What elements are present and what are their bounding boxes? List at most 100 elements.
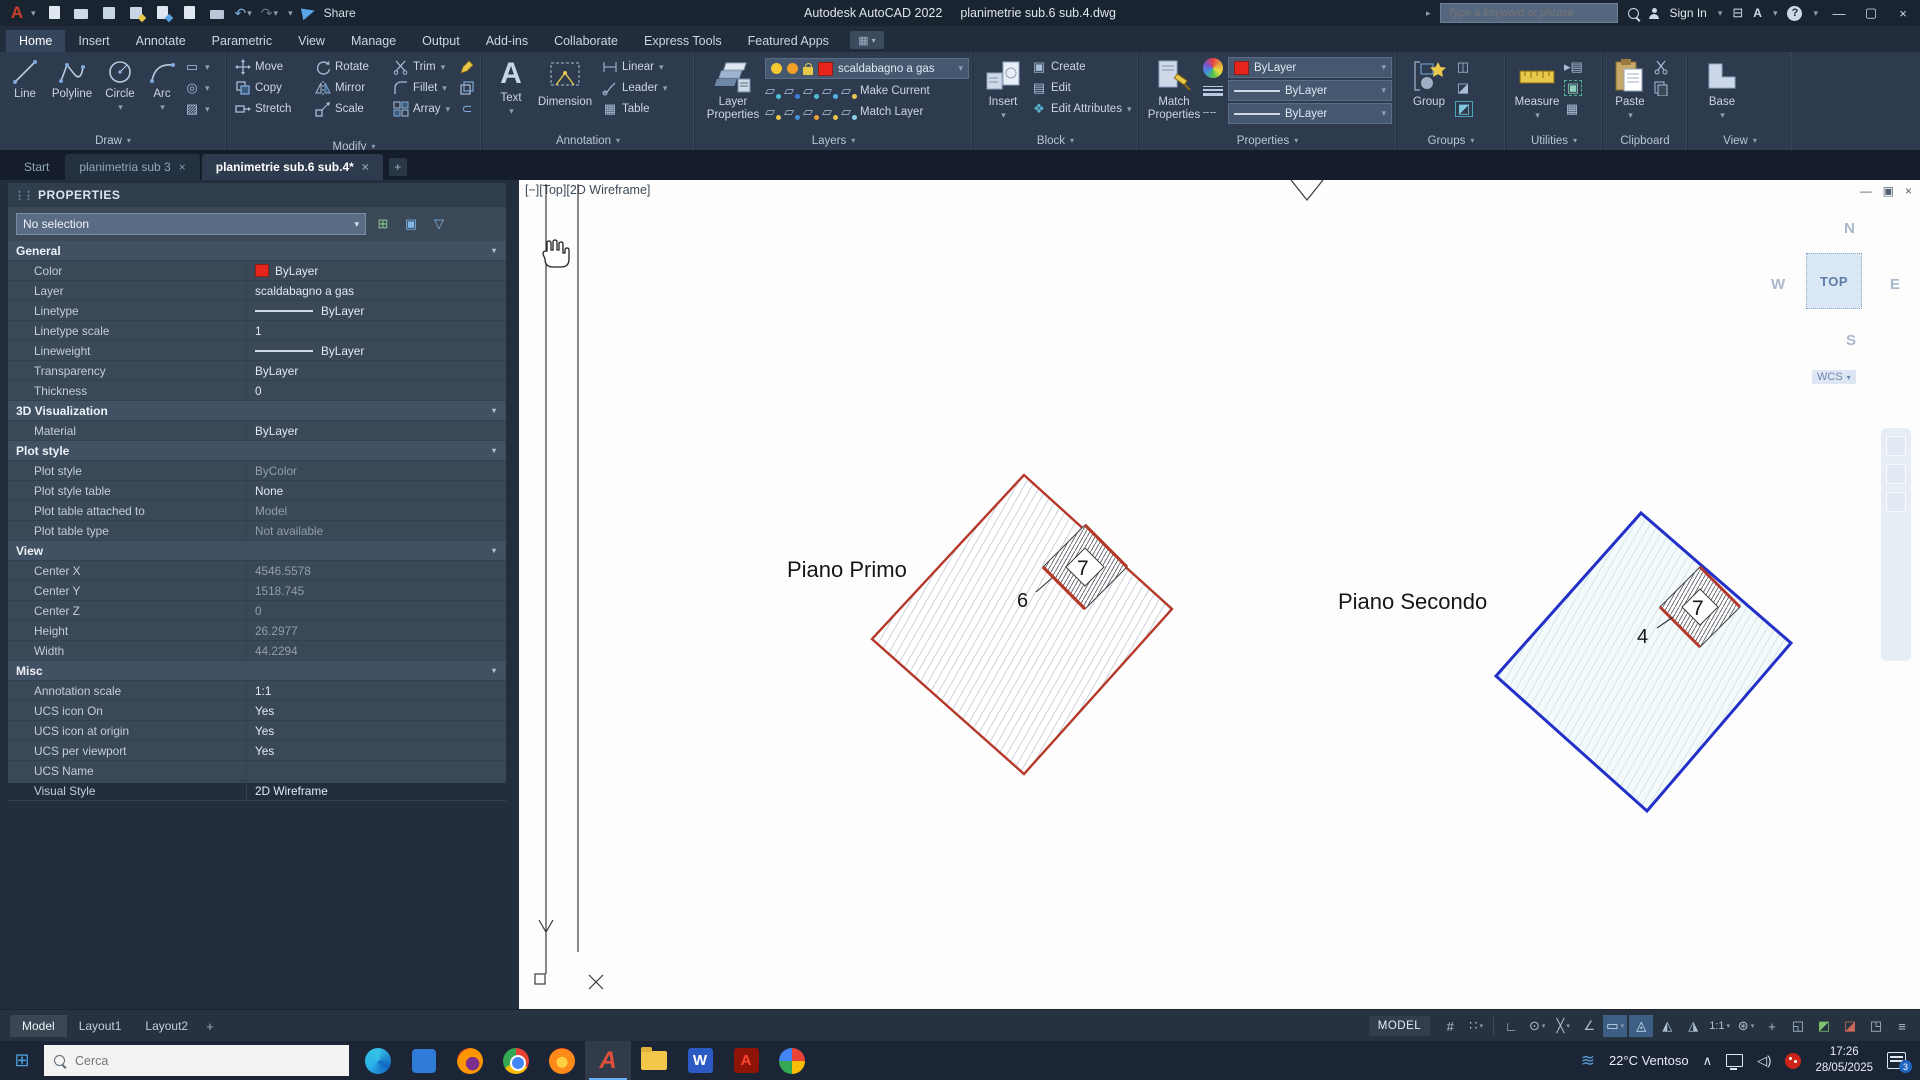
drawing-canvas[interactable]: [−][Top][2D Wireframe] — ▣ × N W TOP E S… — [519, 180, 1920, 1009]
ribbon-tab-featured-apps[interactable]: Featured Apps — [735, 30, 842, 52]
ribbon-tab-manage[interactable]: Manage — [338, 30, 409, 52]
taskbar-app-app-blue[interactable] — [401, 1041, 447, 1080]
restore-button[interactable]: ▢ — [1860, 5, 1882, 21]
rotate-tool[interactable]: Rotate — [315, 58, 391, 76]
property-value[interactable]: Yes — [247, 701, 506, 720]
sign-in-label[interactable]: Sign In — [1669, 6, 1706, 20]
print-icon[interactable] — [208, 5, 226, 21]
snap-icon[interactable]: ∷▾ — [1464, 1015, 1488, 1037]
help-search-box[interactable] — [1440, 3, 1618, 23]
palette-row-layer[interactable]: Layerscaldabagno a gas — [8, 281, 506, 301]
layout-tab-model[interactable]: Model — [10, 1015, 67, 1037]
new-file-icon[interactable] — [46, 5, 64, 21]
block-panel-label[interactable]: Block▾ — [973, 131, 1138, 150]
weather-label[interactable]: 22°C Ventoso — [1609, 1053, 1689, 1068]
layer-on-icon[interactable] — [771, 63, 782, 74]
taskbar-search-input[interactable] — [73, 1053, 339, 1069]
utilities-panel-label[interactable]: Utilities▾ — [1506, 131, 1602, 150]
palette-section-3d-visualization[interactable]: 3D Visualization▾ — [8, 401, 506, 421]
stretch-tool[interactable]: Stretch — [235, 100, 313, 118]
save-icon[interactable] — [100, 5, 118, 21]
palette-row-annotation-scale[interactable]: Annotation scale1:1 — [8, 681, 506, 701]
object-color-dropdown[interactable]: ByLayer▾ — [1228, 57, 1392, 78]
network-icon[interactable] — [1726, 1054, 1743, 1067]
explode-tool-icon[interactable] — [459, 79, 475, 97]
palette-row-center-z[interactable]: Center Z0 — [8, 601, 506, 621]
palette-row-material[interactable]: MaterialByLayer — [8, 421, 506, 441]
ribbon-tab-output[interactable]: Output — [409, 30, 473, 52]
new-drawing-tab-button[interactable]: + — [389, 158, 407, 176]
annotation-scale-value[interactable]: 1:1▾ — [1707, 1015, 1732, 1037]
mirror-tool[interactable]: Mirror — [315, 79, 391, 97]
property-value[interactable]: 44.2294 — [247, 641, 506, 660]
file-tab-close-icon[interactable]: × — [179, 160, 186, 174]
palette-row-visual-style[interactable]: Visual Style2D Wireframe — [8, 781, 506, 801]
palette-row-plot-table-attached-to[interactable]: Plot table attached toModel — [8, 501, 506, 521]
clean-screen-icon[interactable]: ◳ — [1864, 1015, 1888, 1037]
property-value[interactable]: Model — [247, 501, 506, 520]
workspace-icon[interactable]: ⊛▾ — [1734, 1015, 1758, 1037]
lineweight-dropdown[interactable]: ByLayer▾ — [1228, 80, 1392, 101]
ribbon-tab-add-ins[interactable]: Add-ins — [473, 30, 541, 52]
quick-select-icon[interactable]: ▸▤ — [1564, 58, 1582, 76]
layer-lock-icon[interactable] — [803, 67, 813, 75]
annotation-visibility-icon[interactable]: ◬ — [1629, 1015, 1653, 1037]
hidden-icons-chevron[interactable]: ∧ — [1703, 1053, 1713, 1069]
graphics-performance-icon[interactable]: ◩ — [1812, 1015, 1836, 1037]
palette-row-center-y[interactable]: Center Y1518.745 — [8, 581, 506, 601]
palette-row-thickness[interactable]: Thickness0 — [8, 381, 506, 401]
palette-row-lineweight[interactable]: LineweightByLayer — [8, 341, 506, 361]
property-value[interactable]: None — [247, 481, 506, 500]
ortho-icon[interactable]: ∟ — [1499, 1015, 1523, 1037]
taskbar-app-chrome[interactable] — [493, 1041, 539, 1080]
help-icon[interactable]: ? — [1787, 6, 1802, 21]
palette-row-color[interactable]: ColorByLayer — [8, 261, 506, 281]
properties-panel-label[interactable]: Properties▾ — [1139, 131, 1396, 150]
property-value[interactable]: ByLayer — [247, 341, 506, 360]
ellipse-tool[interactable]: ◎▾ — [184, 79, 210, 97]
property-value[interactable]: 0 — [247, 601, 506, 620]
taskbar-app-browser-orange[interactable] — [539, 1041, 585, 1080]
taskbar-app-edge[interactable] — [355, 1041, 401, 1080]
taskbar-app-photos[interactable] — [769, 1041, 815, 1080]
palette-row-plot-table-type[interactable]: Plot table typeNot available — [8, 521, 506, 541]
view-panel-label[interactable]: View▾ — [1688, 131, 1792, 150]
volume-icon[interactable]: ◁) — [1757, 1053, 1771, 1069]
search-expand-icon[interactable]: ▸ — [1426, 8, 1431, 19]
property-value[interactable]: Not available — [247, 521, 506, 540]
property-value[interactable]: Yes — [247, 741, 506, 760]
workspace-switcher-button[interactable]: ▦▾ — [850, 31, 884, 49]
taskbar-app-acrobat[interactable]: A — [723, 1041, 769, 1080]
ribbon-tab-insert[interactable]: Insert — [65, 30, 122, 52]
property-value[interactable]: ByColor — [247, 461, 506, 480]
taskbar-app-word[interactable]: W — [677, 1041, 723, 1080]
draw-panel-label[interactable]: Draw▾ — [0, 131, 226, 150]
copy-tool[interactable]: Copy — [235, 79, 313, 97]
antivirus-tray-icon[interactable] — [1785, 1053, 1801, 1069]
property-value[interactable]: Yes — [247, 721, 506, 740]
grid-icon[interactable]: # — [1438, 1015, 1462, 1037]
model-space-button[interactable]: MODEL — [1369, 1016, 1430, 1036]
palette-section-view[interactable]: View▾ — [8, 541, 506, 561]
help-dropdown-icon[interactable]: ▾ — [1813, 8, 1818, 19]
app-store-icon[interactable]: ⊟ — [1732, 5, 1743, 21]
file-tab-start[interactable]: Start — [10, 154, 63, 180]
trusted-locations-icon[interactable]: ◪ — [1838, 1015, 1862, 1037]
ribbon-tab-home[interactable]: Home — [6, 30, 65, 52]
annotation-scale-icon2[interactable]: ◮ — [1681, 1015, 1705, 1037]
publish-icon[interactable] — [181, 5, 199, 21]
crosshair-icon[interactable]: + — [1760, 1015, 1784, 1037]
new-layout-button[interactable]: + — [206, 1019, 214, 1034]
object-snap-tracking-icon[interactable]: ╳▾ — [1551, 1015, 1575, 1037]
edit-block-button[interactable]: ▤Edit — [1031, 79, 1132, 97]
save-as-icon[interactable] — [127, 5, 145, 21]
palette-section-misc[interactable]: Misc▾ — [8, 661, 506, 681]
copy-clip-icon[interactable] — [1653, 79, 1669, 97]
file-tab-planimetrie-sub-6-sub-4-[interactable]: planimetrie sub.6 sub.4*× — [202, 154, 383, 180]
ribbon-tab-view[interactable]: View — [285, 30, 338, 52]
edit-attributes-button[interactable]: ❖Edit Attributes▾ — [1031, 100, 1132, 118]
palette-row-height[interactable]: Height26.2977 — [8, 621, 506, 641]
property-value[interactable]: 1518.745 — [247, 581, 506, 600]
property-value[interactable]: 0 — [247, 381, 506, 400]
polar-tracking-icon[interactable]: ⊙▾ — [1525, 1015, 1549, 1037]
